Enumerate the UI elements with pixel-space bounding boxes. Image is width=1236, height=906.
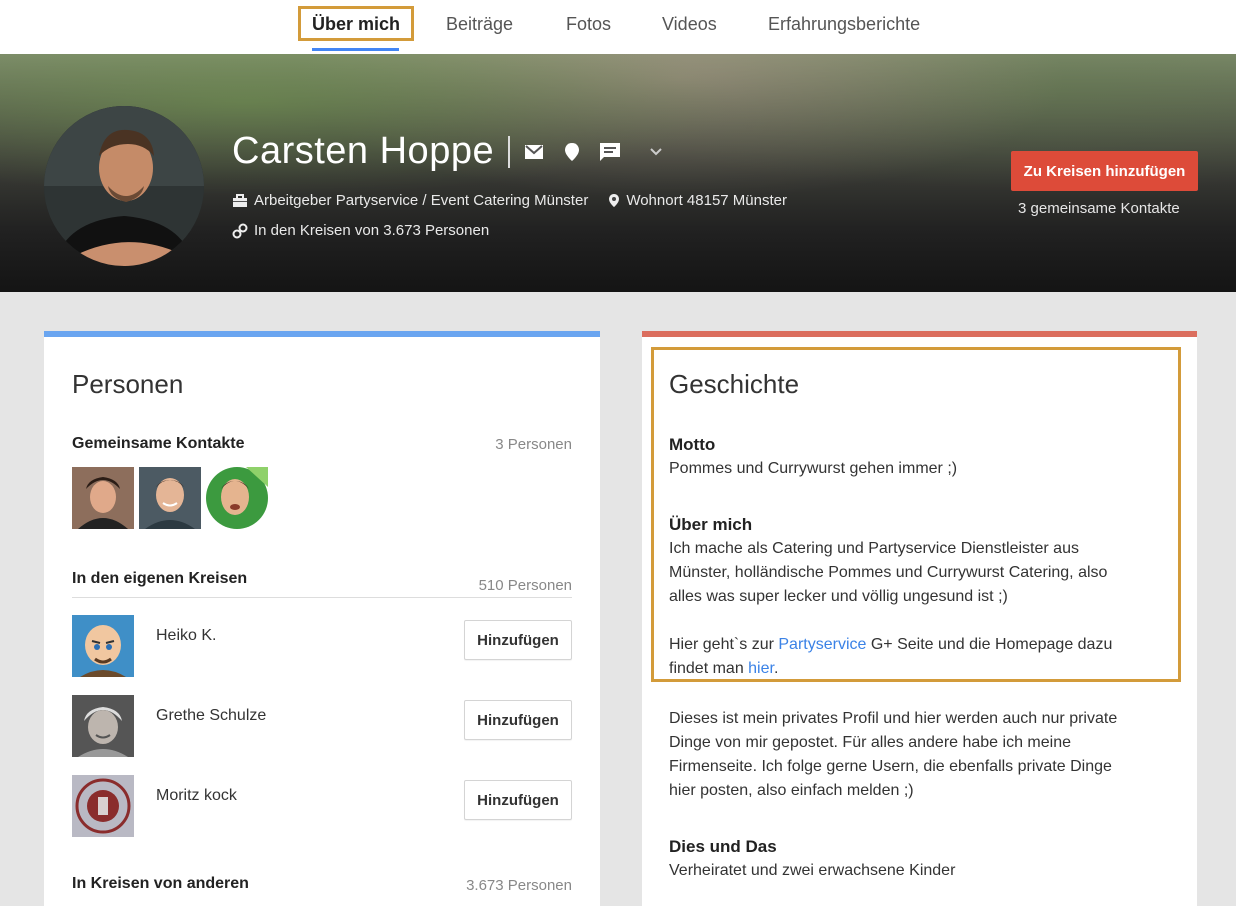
shared-contacts-count[interactable]: 3 gemeinsame Kontakte bbox=[1018, 200, 1180, 217]
shared-contact-avatar[interactable] bbox=[139, 467, 201, 529]
profile-name-row: Carsten Hoppe bbox=[232, 130, 680, 173]
section-divider bbox=[72, 597, 572, 598]
profile-name: Carsten Hoppe bbox=[232, 130, 495, 172]
person-name[interactable]: Grethe Schulze bbox=[156, 707, 266, 725]
person-avatar[interactable] bbox=[72, 775, 134, 837]
story-card-title: Geschichte bbox=[669, 369, 800, 399]
profile-meta-circles: In den Kreisen von 3.673 Personen bbox=[232, 222, 489, 239]
people-card: Personen Gemeinsame Kontakte 3 Personen … bbox=[44, 331, 600, 906]
in-circles-text: In den Kreisen von 3.673 Personen bbox=[254, 222, 490, 239]
people-card-title: Personen bbox=[72, 369, 184, 399]
shared-contact-avatar[interactable] bbox=[206, 467, 268, 529]
shared-contacts-heading: Gemeinsame Kontakte bbox=[72, 435, 245, 452]
story-card: Geschichte Motto Pommes und Currywurst g… bbox=[642, 331, 1197, 906]
link-icon bbox=[232, 223, 248, 239]
misc-text: Verheiratet und zwei erwachsene Kinder bbox=[669, 862, 956, 879]
shared-contacts-count-label[interactable]: 3 Personen bbox=[495, 436, 572, 453]
briefcase-icon bbox=[232, 193, 248, 208]
tab-about[interactable]: Über mich bbox=[312, 14, 400, 35]
person-name[interactable]: Moritz kock bbox=[156, 787, 237, 805]
add-person-button[interactable]: Hinzufügen bbox=[464, 620, 572, 660]
homepage-link[interactable]: hier bbox=[748, 660, 774, 677]
profile-tabs: Über mich Beiträge Fotos Videos Erfahrun… bbox=[0, 0, 1236, 54]
others-circles-heading: In Kreisen von anderen bbox=[72, 875, 249, 892]
about-line: Münster, holländische Pommes und Currywu… bbox=[669, 564, 1108, 581]
person-avatar[interactable] bbox=[72, 695, 134, 757]
profile-meta-work: Arbeitgeber Partyservice / Event Caterin… bbox=[232, 192, 787, 209]
cover-photo: Carsten Hoppe Arbeitgeber Partyservice /… bbox=[0, 54, 1236, 292]
motto-label: Motto bbox=[669, 435, 716, 454]
others-circles-count[interactable]: 3.673 Personen bbox=[466, 877, 572, 894]
message-icon[interactable] bbox=[596, 138, 624, 166]
tab-photos[interactable]: Fotos bbox=[566, 14, 611, 35]
own-circles-heading: In den eigenen Kreisen bbox=[72, 570, 248, 587]
private-line: hier posten, also einfach melden ;) bbox=[669, 782, 914, 799]
profile-avatar[interactable] bbox=[44, 106, 204, 266]
partyservice-link[interactable]: Partyservice bbox=[778, 636, 866, 653]
links-line-1: Hier geht`s zur Partyservice G+ Seite un… bbox=[669, 636, 1113, 653]
tab-videos[interactable]: Videos bbox=[662, 14, 717, 35]
name-separator bbox=[508, 135, 511, 168]
private-line: Dieses ist mein privates Profil und hier… bbox=[669, 710, 1118, 727]
residence-text: Wohnort 48157 Münster bbox=[626, 192, 787, 209]
location-pin-small-icon bbox=[608, 193, 620, 208]
private-line: Firmenseite. Ich folge gerne Usern, die … bbox=[669, 758, 1112, 775]
add-person-button[interactable]: Hinzufügen bbox=[464, 700, 572, 740]
shared-contact-avatar[interactable] bbox=[72, 467, 134, 529]
person-name[interactable]: Heiko K. bbox=[156, 627, 216, 645]
active-tab-underline bbox=[312, 48, 399, 51]
add-person-button[interactable]: Hinzufügen bbox=[464, 780, 572, 820]
tab-reviews[interactable]: Erfahrungsberichte bbox=[768, 14, 920, 35]
add-to-circles-button[interactable]: Zu Kreisen hinzufügen bbox=[1011, 151, 1198, 191]
about-line: alles was super lecker und völlig ungesu… bbox=[669, 588, 1008, 605]
mail-icon[interactable] bbox=[520, 138, 548, 166]
private-line: Dinge von mir gepostet. Für alles andere… bbox=[669, 734, 1071, 751]
location-pin-icon[interactable] bbox=[558, 138, 586, 166]
person-avatar[interactable] bbox=[72, 615, 134, 677]
employer-text: Arbeitgeber Partyservice / Event Caterin… bbox=[254, 192, 589, 209]
links-line-2: findet man hier. bbox=[669, 660, 779, 677]
misc-label: Dies und Das bbox=[669, 837, 777, 856]
about-label: Über mich bbox=[669, 515, 753, 534]
tab-posts[interactable]: Beiträge bbox=[446, 14, 513, 35]
chevron-down-icon[interactable] bbox=[642, 138, 670, 166]
about-line: Ich mache als Catering und Partyservice … bbox=[669, 540, 1079, 557]
motto-text: Pommes und Currywurst gehen immer ;) bbox=[669, 460, 958, 477]
own-circles-count[interactable]: 510 Personen bbox=[479, 577, 572, 594]
